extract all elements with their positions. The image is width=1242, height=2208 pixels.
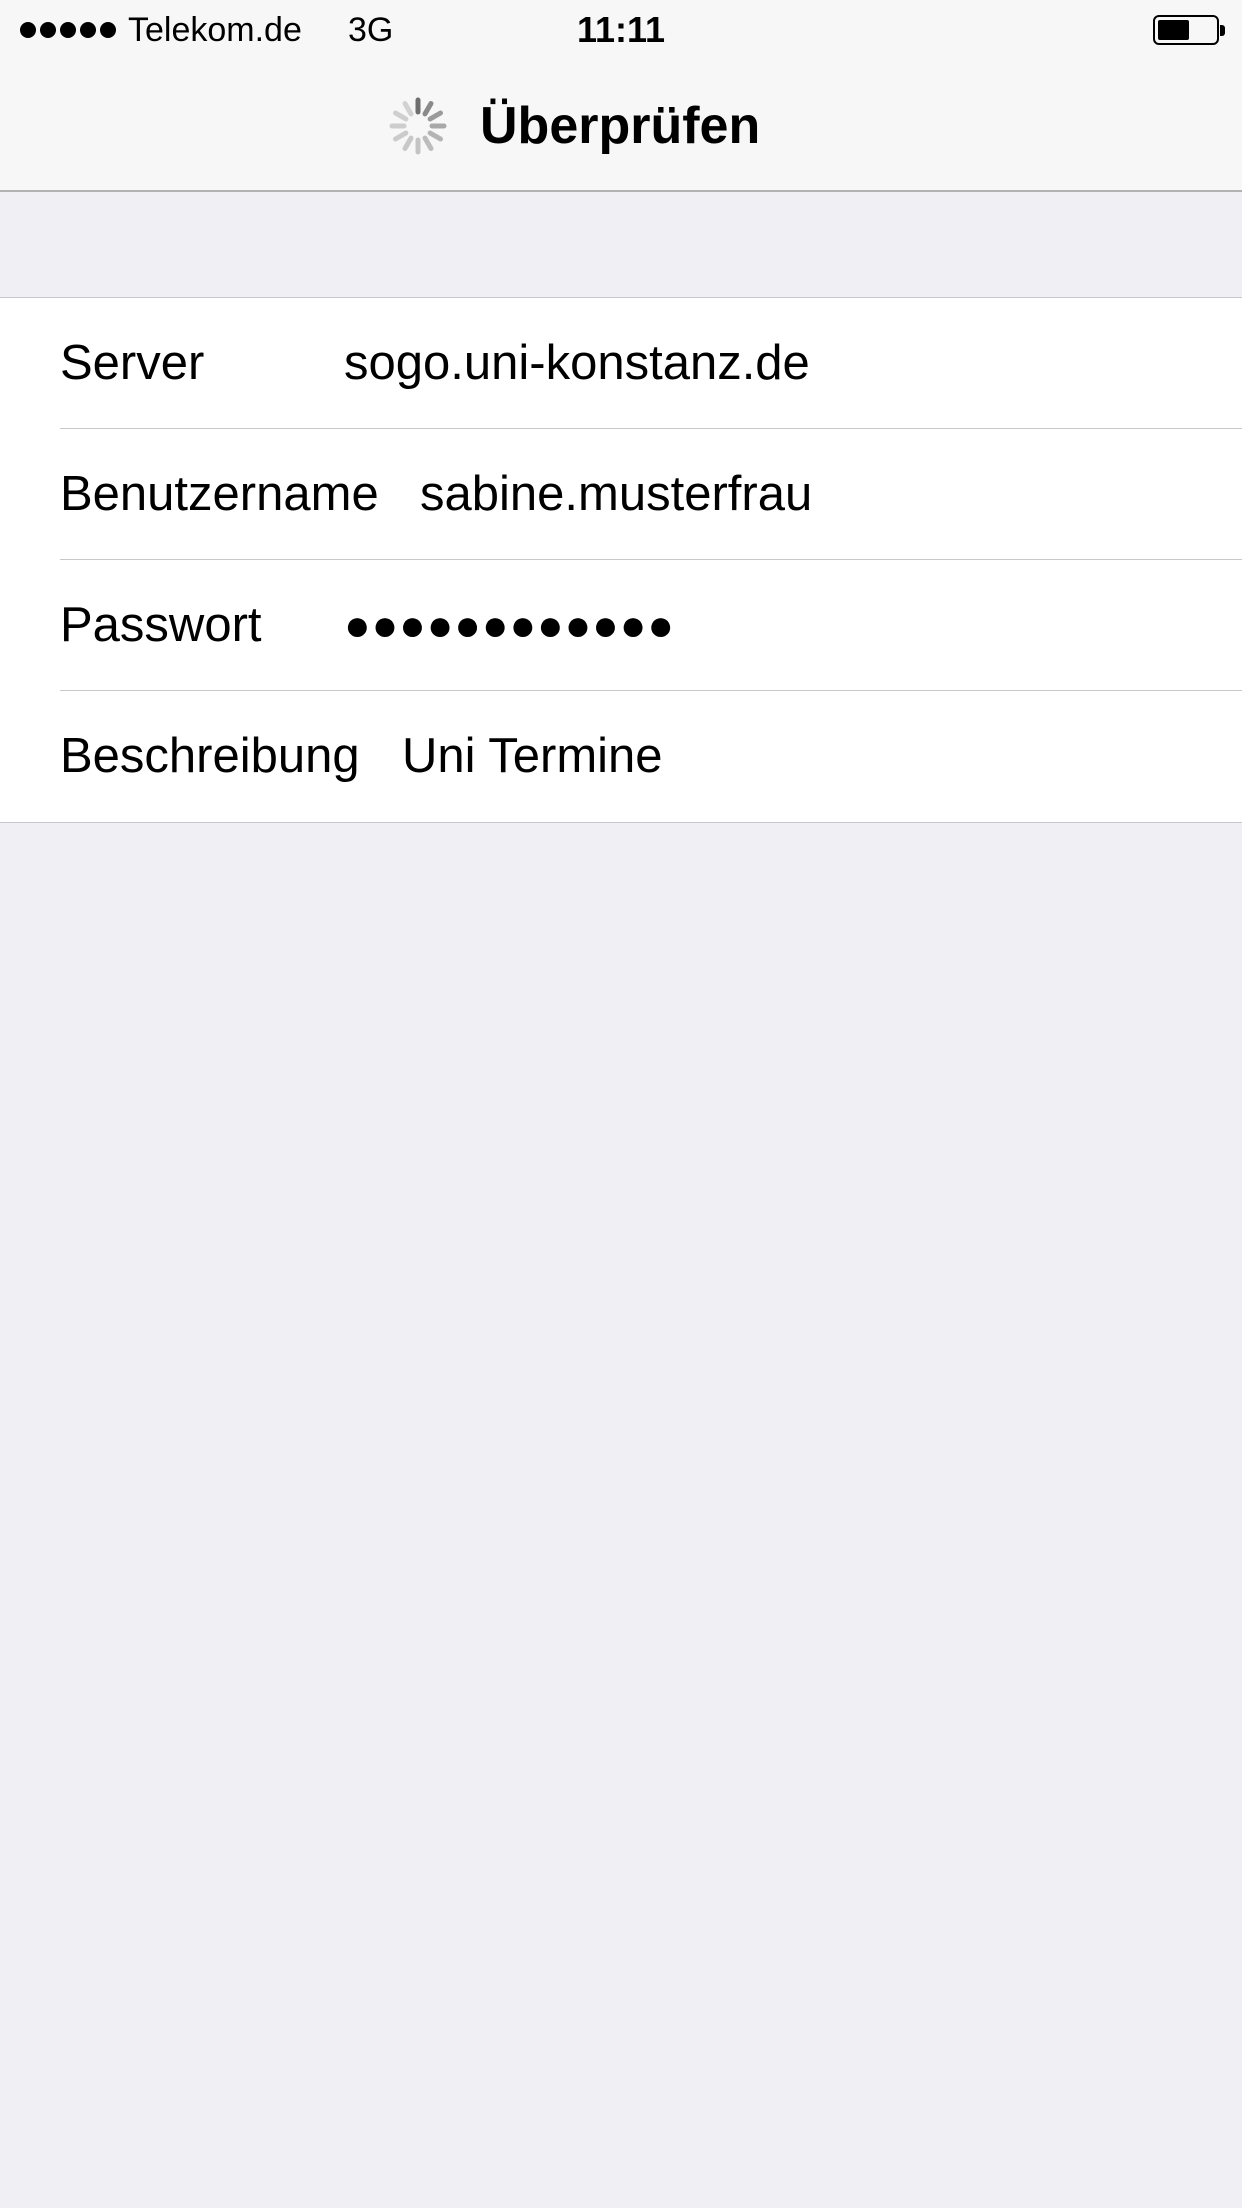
- description-label: Beschreibung: [60, 729, 360, 783]
- server-field[interactable]: sogo.uni-konstanz.de: [344, 298, 810, 429]
- username-label: Benutzername: [60, 467, 379, 521]
- server-row[interactable]: Server sogo.uni-konstanz.de: [0, 298, 1242, 429]
- navigation-bar: Telekom.de 3G 11:11 Überprüfen: [0, 0, 1242, 192]
- username-field[interactable]: sabine.musterfrau: [420, 429, 812, 560]
- account-form: Server sogo.uni-konstanz.de Benutzername…: [0, 297, 1242, 823]
- spinner-icon: [389, 97, 447, 155]
- description-row[interactable]: Beschreibung Uni Termine: [0, 691, 1242, 822]
- page-title: Überprüfen: [480, 97, 761, 155]
- status-bar: Telekom.de 3G 11:11: [0, 0, 1242, 60]
- password-label: Passwort: [60, 598, 262, 652]
- status-time: 11:11: [576, 9, 666, 50]
- description-field[interactable]: Uni Termine: [402, 691, 663, 822]
- password-field[interactable]: ●●●●●●●●●●●●: [344, 560, 675, 691]
- server-label: Server: [60, 336, 205, 390]
- password-row[interactable]: Passwort ●●●●●●●●●●●●: [0, 560, 1242, 691]
- username-row[interactable]: Benutzername sabine.musterfrau: [0, 429, 1242, 560]
- battery-icon: [1153, 15, 1225, 45]
